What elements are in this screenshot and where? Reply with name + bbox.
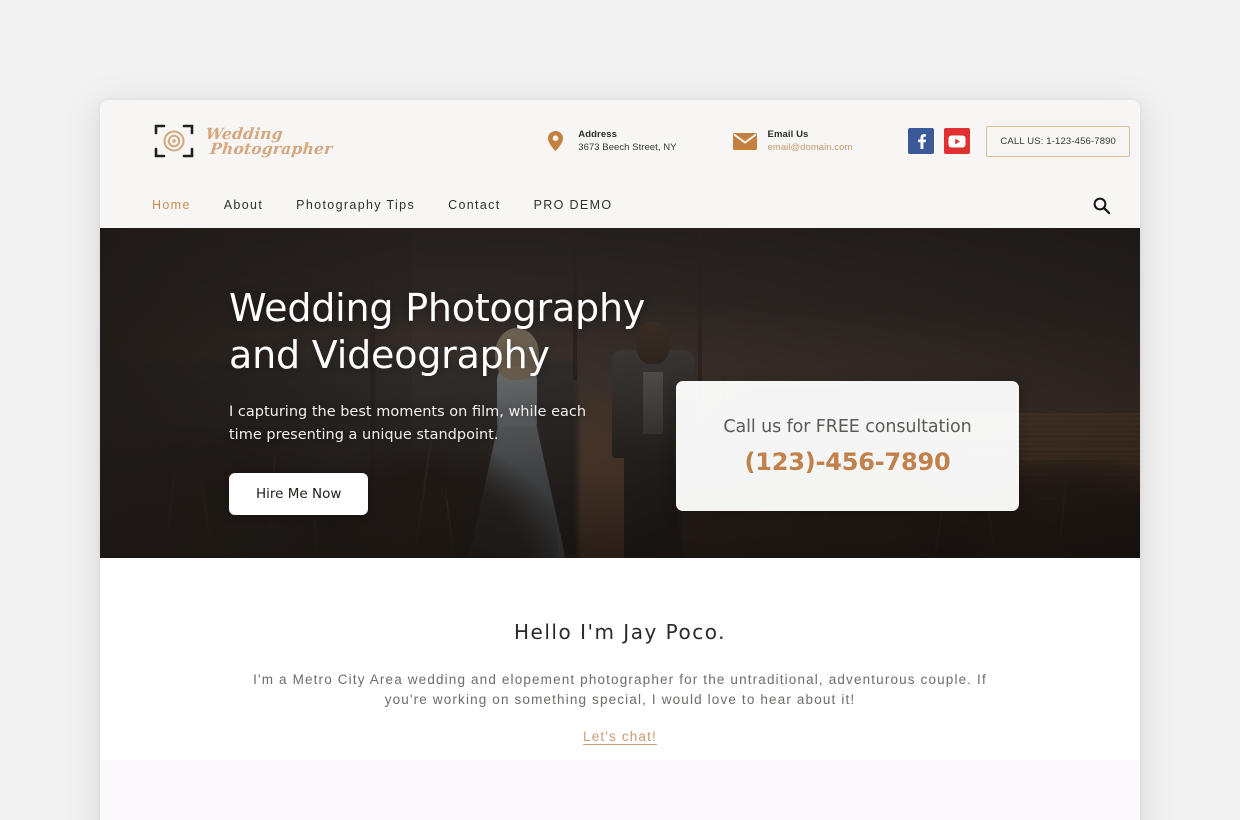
consultation-phone[interactable]: (123)-456-7890 bbox=[744, 448, 950, 476]
consultation-title: Call us for FREE consultation bbox=[723, 416, 972, 437]
intro-section: Hello I'm Jay Poco. I'm a Metro City Are… bbox=[100, 558, 1140, 760]
contact-address-title: Address bbox=[578, 129, 617, 140]
free-consultation-card[interactable]: Call us for FREE consultation (123)-456-… bbox=[676, 381, 1019, 511]
nav-item-photography-tips[interactable]: Photography Tips bbox=[296, 198, 415, 212]
youtube-icon[interactable] bbox=[944, 128, 971, 154]
header-top-bar: Wedding Photographer Address 3673 Beech … bbox=[100, 100, 1140, 182]
nav-item-about[interactable]: About bbox=[224, 198, 263, 212]
screenshot-stage: Wedding Photographer Address 3673 Beech … bbox=[0, 0, 1240, 820]
main-navigation: Home About Photography Tips Contact PRO … bbox=[100, 182, 1140, 228]
browser-page: Wedding Photographer Address 3673 Beech … bbox=[100, 100, 1140, 820]
contact-address: Address 3673 Beech Street, NY bbox=[543, 128, 676, 154]
intro-paragraph: I'm a Metro City Area wedding and elopem… bbox=[253, 672, 987, 707]
hero-subtext: I capturing the best moments on film, wh… bbox=[229, 404, 587, 443]
hero-section: Wedding Photography and Videography I ca… bbox=[100, 228, 1140, 558]
logo-wordmark: Wedding Photographer bbox=[203, 124, 334, 158]
nav-item-contact[interactable]: Contact bbox=[448, 198, 501, 212]
camera-aperture-frame-icon bbox=[152, 119, 196, 163]
hire-me-now-button[interactable]: Hire Me Now bbox=[229, 473, 369, 515]
header-actions: CALL US: 1-123-456-7890 bbox=[908, 125, 1130, 157]
search-icon[interactable] bbox=[1090, 194, 1112, 216]
envelope-icon bbox=[732, 132, 757, 150]
site-logo[interactable]: Wedding Photographer bbox=[152, 119, 334, 163]
location-pin-icon bbox=[543, 131, 567, 151]
site-header: Wedding Photographer Address 3673 Beech … bbox=[100, 100, 1140, 228]
call-us-button[interactable]: CALL US: 1-123-456-7890 bbox=[986, 125, 1130, 157]
hero-copy: Wedding Photography and Videography I ca… bbox=[229, 285, 645, 515]
hero-heading-line-2: and Videography bbox=[229, 333, 550, 377]
logo-line-2: Photographer bbox=[209, 139, 334, 158]
contact-email: Email Us email@domain.com bbox=[732, 128, 853, 154]
header-contact-info: Address 3673 Beech Street, NY Email Us e… bbox=[543, 125, 1130, 157]
contact-email-link[interactable]: email@domain.com bbox=[768, 141, 853, 154]
hero-heading-line-1: Wedding Photography bbox=[229, 286, 646, 330]
next-section-strip bbox=[100, 760, 1140, 820]
lets-chat-link[interactable]: Let's chat! bbox=[583, 729, 657, 744]
nav-item-home[interactable]: Home bbox=[152, 198, 191, 212]
hero-content: Wedding Photography and Videography I ca… bbox=[100, 228, 1140, 558]
contact-email-title: Email Us bbox=[767, 129, 809, 140]
nav-list: Home About Photography Tips Contact PRO … bbox=[152, 198, 645, 212]
intro-heading: Hello I'm Jay Poco. bbox=[514, 620, 726, 644]
facebook-icon[interactable] bbox=[908, 128, 935, 154]
contact-address-value: 3673 Beech Street, NY bbox=[578, 142, 677, 153]
hero-heading: Wedding Photography and Videography bbox=[229, 285, 645, 379]
nav-item-pro-demo[interactable]: PRO DEMO bbox=[534, 198, 613, 212]
